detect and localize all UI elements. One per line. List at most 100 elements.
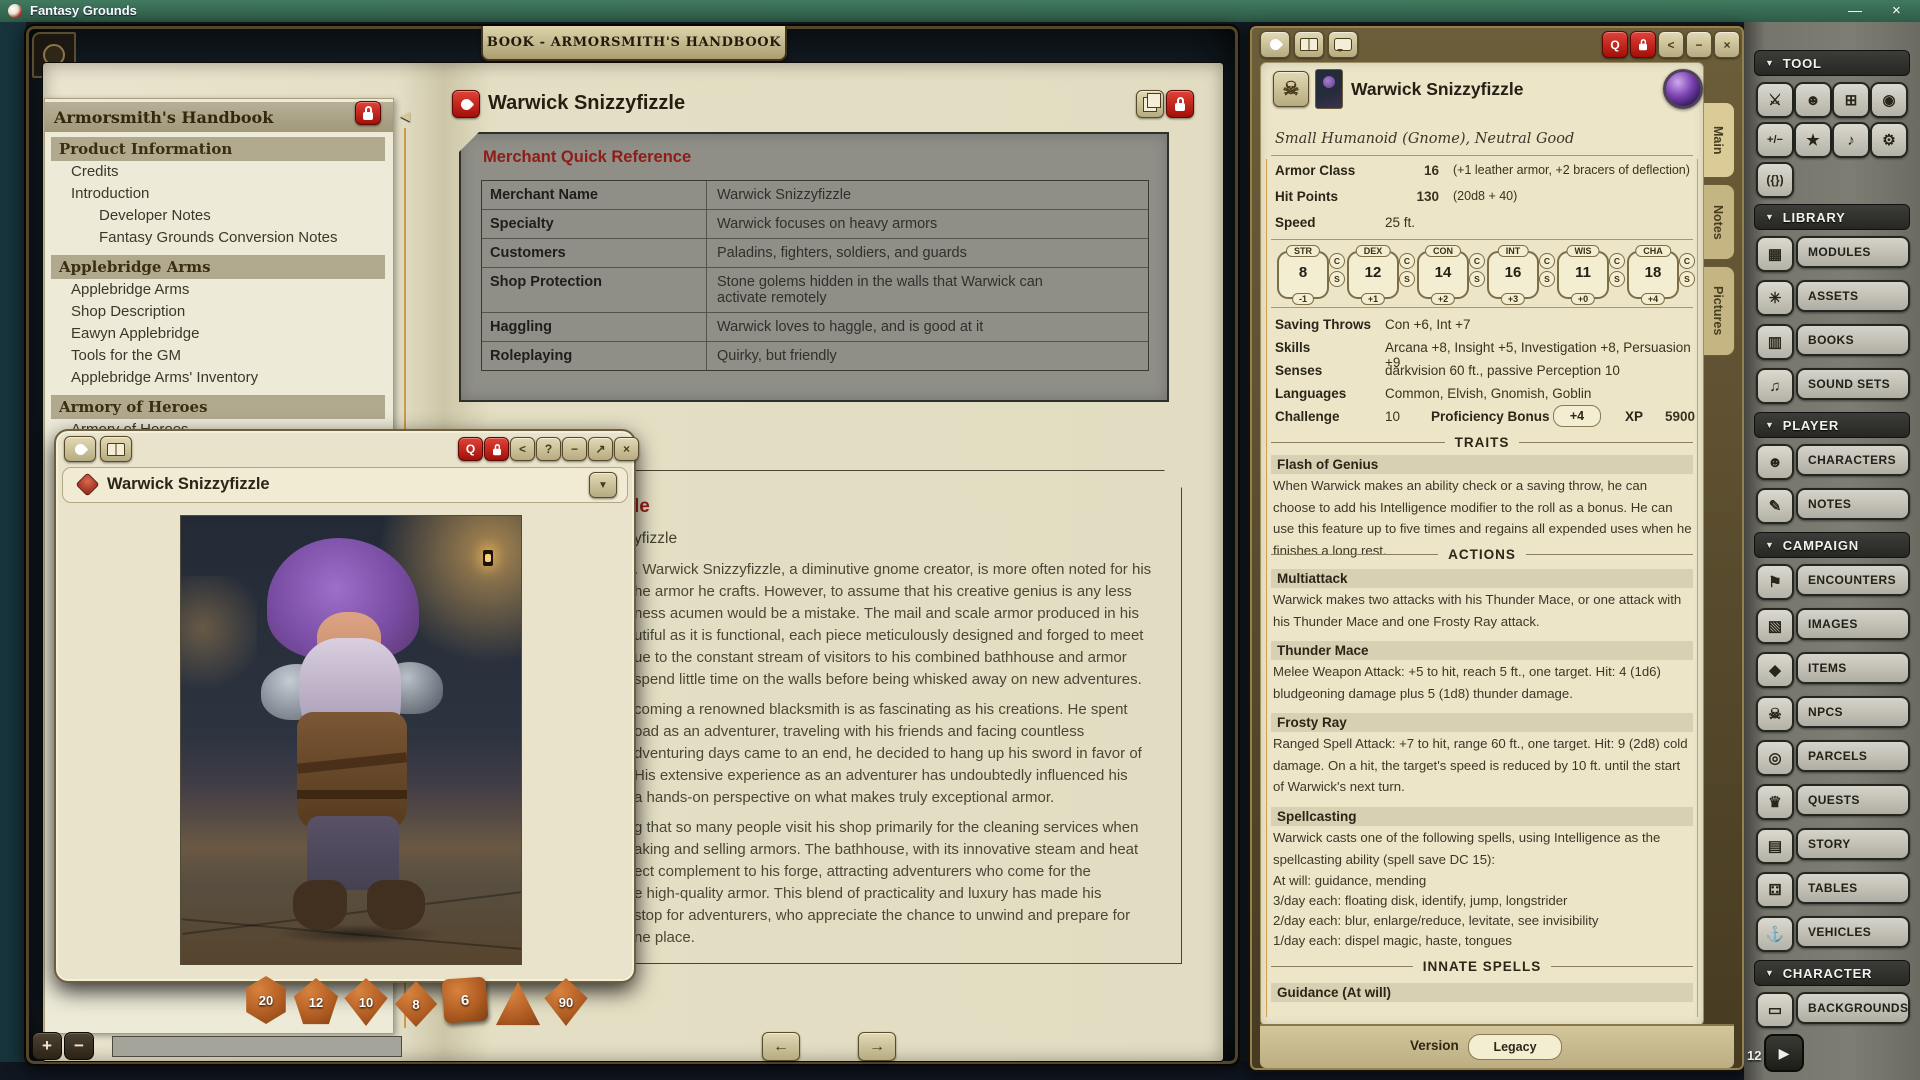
- d6-die[interactable]: 6: [442, 977, 489, 1024]
- sidebar-item-items[interactable]: ITEMS: [1796, 652, 1910, 684]
- ability-con[interactable]: CON14+2: [1417, 251, 1469, 299]
- sidebar-section-character[interactable]: ▼CHARACTER: [1754, 960, 1910, 986]
- close-button[interactable]: ×: [614, 437, 639, 461]
- toc-collapse-icon[interactable]: ◀: [396, 106, 414, 126]
- sidebar-item-characters[interactable]: CHARACTERS: [1796, 444, 1910, 476]
- sidebar-item-npcs[interactable]: NPCS: [1796, 696, 1910, 728]
- sidebar-item-books[interactable]: BOOKS: [1796, 324, 1910, 356]
- toc-section[interactable]: Applebridge Arms: [51, 255, 385, 279]
- check-roll-button[interactable]: C: [1679, 253, 1695, 269]
- sidebar-item-quests[interactable]: QUESTS: [1796, 784, 1910, 816]
- ability-cha[interactable]: CHA18+4: [1627, 251, 1679, 299]
- check-roll-button[interactable]: C: [1539, 253, 1555, 269]
- toc-item[interactable]: Fantasy Grounds Conversion Notes: [99, 229, 337, 246]
- check-roll-button[interactable]: C: [1399, 253, 1415, 269]
- minimize-window-icon[interactable]: —: [1848, 2, 1862, 18]
- zoom-in-button[interactable]: +: [32, 1032, 62, 1060]
- play-button[interactable]: ▶: [1764, 1034, 1804, 1072]
- effects-icon[interactable]: ★: [1794, 122, 1832, 158]
- window-book-button[interactable]: [100, 436, 132, 462]
- modules-icon[interactable]: ▦: [1756, 236, 1794, 272]
- options-gear-icon[interactable]: ⚙: [1870, 122, 1908, 158]
- lock-button[interactable]: [484, 437, 509, 461]
- save-roll-button[interactable]: S: [1679, 271, 1695, 287]
- help-button[interactable]: ?: [536, 437, 561, 461]
- sidebar-item-encounters[interactable]: ENCOUNTERS: [1796, 564, 1910, 596]
- backgrounds-icon[interactable]: ▭: [1756, 992, 1794, 1028]
- quests-icon[interactable]: ♛: [1756, 784, 1794, 820]
- ability-dex[interactable]: DEX12+1: [1347, 251, 1399, 299]
- items-icon[interactable]: ◆: [1756, 652, 1794, 688]
- vehicles-icon[interactable]: ⚓: [1756, 916, 1794, 952]
- notes-icon[interactable]: ✎: [1756, 488, 1794, 524]
- zoom-out-button[interactable]: −: [64, 1032, 94, 1060]
- tab-pictures[interactable]: Pictures: [1702, 266, 1735, 356]
- sidebar-item-sound-sets[interactable]: SOUND SETS: [1796, 368, 1910, 400]
- save-roll-button[interactable]: S: [1609, 271, 1625, 287]
- sidebar-section-tool[interactable]: ▼TOOL: [1754, 50, 1910, 76]
- images-icon[interactable]: ▧: [1756, 608, 1794, 644]
- lock-button[interactable]: [1630, 31, 1656, 58]
- token-orb-icon[interactable]: [1663, 69, 1703, 109]
- toc-item[interactable]: Applebridge Arms' Inventory: [71, 369, 258, 386]
- assets-icon[interactable]: ✳: [1756, 280, 1794, 316]
- sidebar-item-vehicles[interactable]: VEHICLES: [1796, 916, 1910, 948]
- combat-tracker-icon[interactable]: ⚔: [1756, 82, 1794, 118]
- page-lock-button[interactable]: [1166, 90, 1194, 118]
- toc-item[interactable]: Eawyn Applebridge: [71, 325, 199, 342]
- ability-str[interactable]: STR8-1: [1277, 251, 1329, 299]
- sidebar-section-library[interactable]: ▼LIBRARY: [1754, 204, 1910, 230]
- tables-icon[interactable]: ⚃: [1756, 872, 1794, 908]
- tab-main[interactable]: Main: [1702, 102, 1735, 178]
- encounters-icon[interactable]: ⚑: [1756, 564, 1794, 600]
- sidebar-item-images[interactable]: IMAGES: [1796, 608, 1910, 640]
- sidebar-item-backgrounds[interactable]: BACKGROUNDS: [1796, 992, 1910, 1024]
- books-icon[interactable]: ▥: [1756, 324, 1794, 360]
- window-chat-button[interactable]: [1328, 31, 1358, 58]
- dice-tower-icon[interactable]: ◉: [1870, 82, 1908, 118]
- sidebar-item-notes[interactable]: NOTES: [1796, 488, 1910, 520]
- close-button[interactable]: ×: [1714, 31, 1740, 58]
- soundsets-icon[interactable]: ♫: [1756, 368, 1794, 404]
- share-button[interactable]: <: [1658, 31, 1684, 58]
- modifiers-icon[interactable]: +/−: [1756, 122, 1794, 158]
- window-record-button[interactable]: [1260, 31, 1290, 58]
- sidebar-section-player[interactable]: ▼PLAYER: [1754, 412, 1910, 438]
- soundboard-icon[interactable]: ♪: [1832, 122, 1870, 158]
- check-roll-button[interactable]: C: [1609, 253, 1625, 269]
- sidebar-item-assets[interactable]: ASSETS: [1796, 280, 1910, 312]
- characters-icon[interactable]: ☻: [1756, 444, 1794, 480]
- ability-wis[interactable]: WIS11+0: [1557, 251, 1609, 299]
- toc-item[interactable]: Developer Notes: [99, 207, 211, 224]
- share-state-button[interactable]: Q: [1602, 31, 1628, 58]
- close-window-icon[interactable]: ×: [1892, 2, 1901, 19]
- toc-section[interactable]: Armory of Heroes: [51, 395, 385, 419]
- npcs-icon[interactable]: ☠: [1756, 696, 1794, 732]
- story-icon[interactable]: ▤: [1756, 828, 1794, 864]
- tab-notes[interactable]: Notes: [1702, 184, 1735, 260]
- version-value-button[interactable]: Legacy: [1468, 1034, 1562, 1060]
- book-window-title-tab[interactable]: Book - Armorsmith's Handbook: [481, 26, 787, 61]
- window-menu-button[interactable]: ▼: [589, 472, 617, 498]
- sidebar-section-campaign[interactable]: ▼CAMPAIGN: [1754, 532, 1910, 558]
- npc-skull-button[interactable]: ☠: [1273, 71, 1309, 107]
- ability-int[interactable]: INT16+3: [1487, 251, 1539, 299]
- save-roll-button[interactable]: S: [1329, 271, 1345, 287]
- copy-page-button[interactable]: [1136, 90, 1164, 118]
- tokens-icon[interactable]: ({}): [1756, 162, 1794, 198]
- save-roll-button[interactable]: S: [1539, 271, 1555, 287]
- sidebar-item-parcels[interactable]: PARCELS: [1796, 740, 1910, 772]
- toc-item[interactable]: Applebridge Arms: [71, 281, 189, 298]
- save-roll-button[interactable]: S: [1469, 271, 1485, 287]
- window-book-button[interactable]: [1294, 31, 1324, 58]
- save-roll-button[interactable]: S: [1399, 271, 1415, 287]
- toc-section[interactable]: Product Information: [51, 137, 385, 161]
- toc-item[interactable]: Shop Description: [71, 303, 185, 320]
- hotkey-bar[interactable]: [112, 1036, 402, 1057]
- next-page-button[interactable]: →: [858, 1032, 896, 1061]
- npc-portrait-thumbnail[interactable]: [1315, 69, 1343, 109]
- toc-lock-button[interactable]: [355, 101, 381, 125]
- window-record-button[interactable]: [64, 436, 96, 462]
- share-button[interactable]: <: [510, 437, 535, 461]
- resize-button[interactable]: ↗: [588, 437, 613, 461]
